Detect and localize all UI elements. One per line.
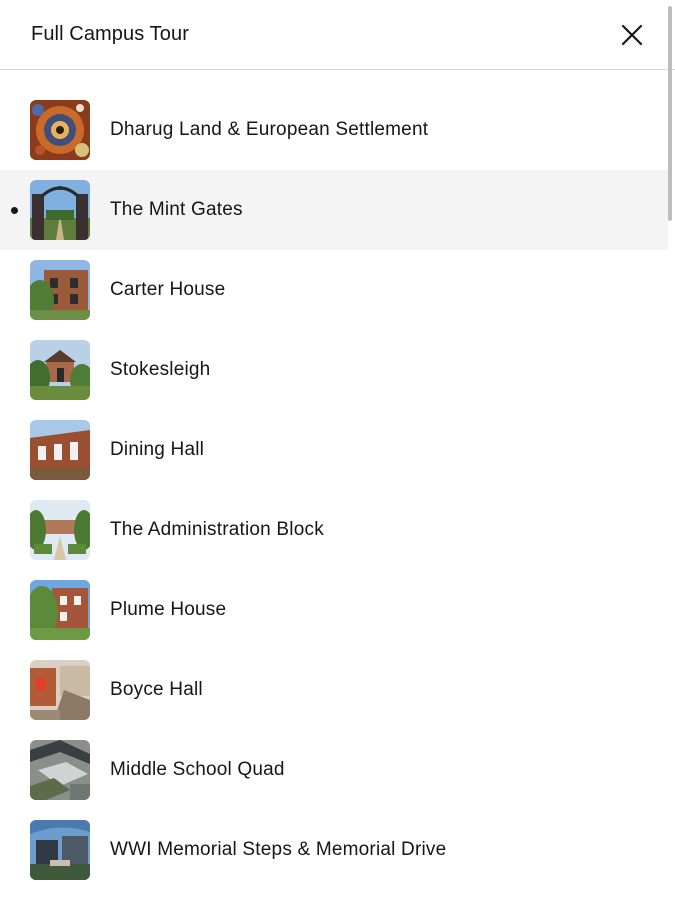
stop-thumbnail <box>30 260 90 320</box>
stop-thumbnail <box>30 580 90 640</box>
stop-thumbnail <box>30 500 90 560</box>
tour-stop-item[interactable]: Boyce Hall <box>0 650 668 730</box>
stop-thumbnail <box>30 100 90 160</box>
tour-stop-list: Dharug Land & European Settlement The Mi… <box>0 90 668 890</box>
scrollbar-thumb[interactable] <box>668 6 672 221</box>
stop-label: Dharug Land & European Settlement <box>110 119 429 140</box>
stop-thumbnail <box>30 820 90 880</box>
stop-label: Stokesleigh <box>110 359 211 380</box>
stop-thumbnail <box>30 740 90 800</box>
panel-header: Full Campus Tour <box>0 0 675 70</box>
stop-label: Carter House <box>110 279 226 300</box>
close-button[interactable] <box>619 22 645 48</box>
stop-label: The Administration Block <box>110 519 324 540</box>
tour-stop-item[interactable]: Stokesleigh <box>0 330 668 410</box>
stop-thumbnail <box>30 660 90 720</box>
tour-panel: Full Campus Tour Dharug Land & European … <box>0 0 675 900</box>
stop-label: Middle School Quad <box>110 759 285 780</box>
stop-label: The Mint Gates <box>110 199 243 220</box>
stop-label: Boyce Hall <box>110 679 203 700</box>
tour-stop-item[interactable]: Dining Hall <box>0 410 668 490</box>
tour-stop-item[interactable]: Middle School Quad <box>0 730 668 810</box>
tour-stop-item[interactable]: The Administration Block <box>0 490 668 570</box>
stop-thumbnail <box>30 420 90 480</box>
panel-title: Full Campus Tour <box>31 23 189 45</box>
close-icon <box>621 24 643 45</box>
stop-thumbnail <box>30 180 90 240</box>
stop-thumbnail <box>30 340 90 400</box>
stop-label: Plume House <box>110 599 227 620</box>
tour-stop-item[interactable]: WWI Memorial Steps & Memorial Drive <box>0 810 668 890</box>
tour-stop-item-active[interactable]: The Mint Gates <box>0 170 668 250</box>
tour-stop-item[interactable]: Dharug Land & European Settlement <box>0 90 668 170</box>
stop-label: WWI Memorial Steps & Memorial Drive <box>110 839 447 860</box>
stop-label: Dining Hall <box>110 439 205 460</box>
current-stop-indicator <box>11 207 18 214</box>
tour-stop-item[interactable]: Carter House <box>0 250 668 330</box>
tour-stop-item[interactable]: Plume House <box>0 570 668 650</box>
